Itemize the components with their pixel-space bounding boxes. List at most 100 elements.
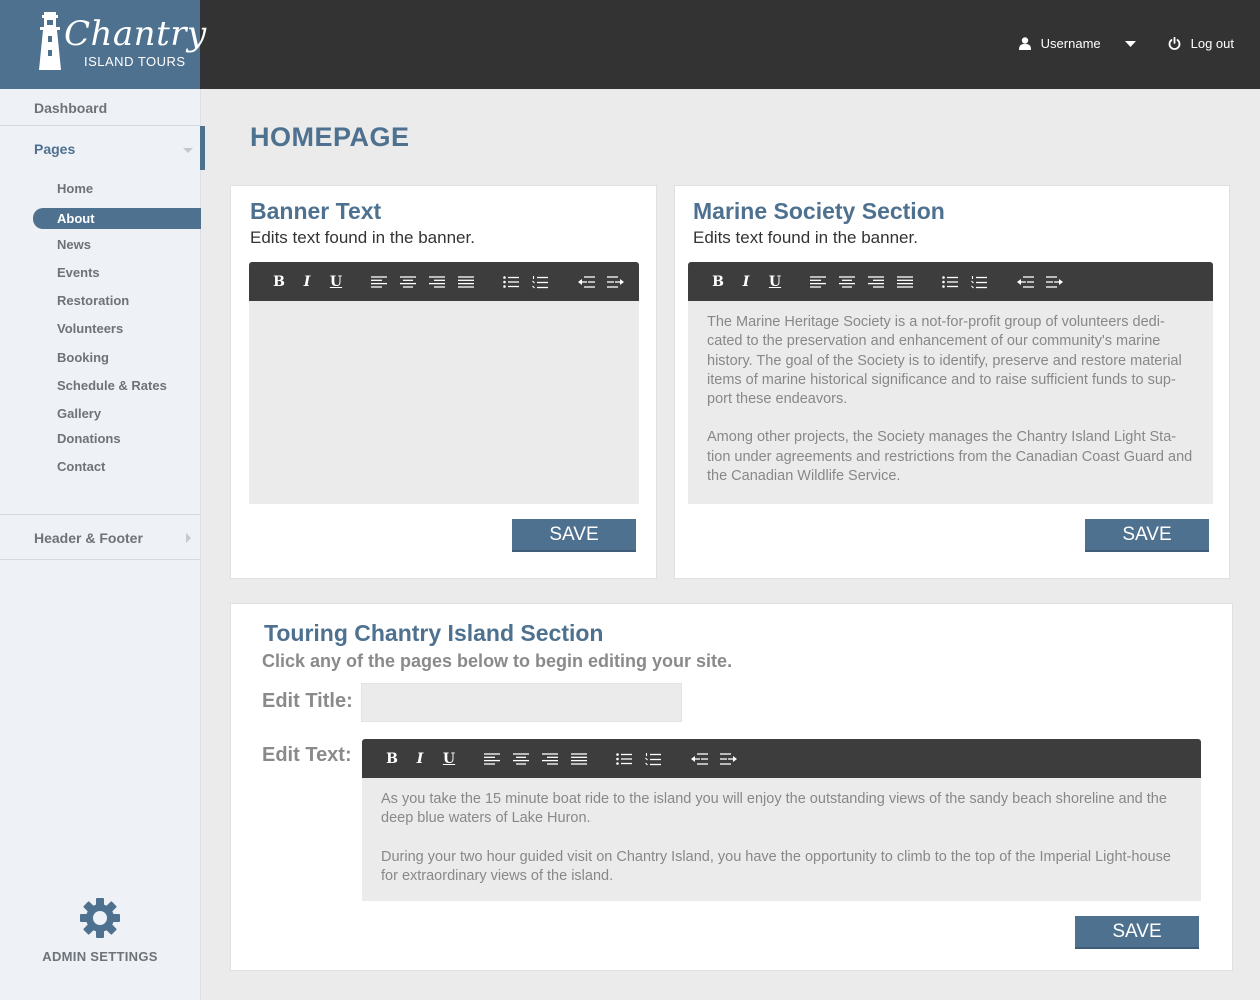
sidebar-subitem-label: About — [57, 211, 95, 226]
editor-paragraph: The Marine Heritage Society is a not-for… — [707, 314, 1182, 408]
align-center-button[interactable] — [837, 273, 857, 291]
sidebar-subitem-home[interactable]: Home — [57, 181, 93, 196]
lighthouse-icon — [39, 12, 61, 70]
editor-paragraph: During your two hour guided visit on Cha… — [381, 848, 1171, 884]
banner-save-button[interactable]: SAVE — [512, 519, 636, 552]
edit-title-label: Edit Title: — [262, 690, 353, 712]
numbered-list-button[interactable] — [969, 273, 989, 291]
logout-label: Log out — [1190, 36, 1234, 51]
editor-toolbar: B I U — [688, 262, 1213, 301]
page-title: HOMEPAGE — [250, 122, 410, 152]
banner-text-editor[interactable] — [249, 301, 639, 504]
edit-title-input[interactable] — [361, 683, 682, 722]
top-bar: Chantry ISLAND TOURS Username Log out — [0, 0, 1260, 89]
align-left-button[interactable] — [808, 273, 828, 291]
sidebar-subitem-donations[interactable]: Donations — [57, 431, 121, 446]
bullet-list-button[interactable] — [501, 273, 521, 291]
sidebar-item-header-footer[interactable]: Header & Footer — [0, 514, 200, 560]
bold-button[interactable]: B — [269, 273, 289, 291]
touring-save-button[interactable]: SAVE — [1075, 916, 1199, 949]
touring-text-editor[interactable]: As you take the 15 minute boat ride to t… — [362, 778, 1201, 901]
align-justify-icon — [458, 276, 474, 288]
align-right-button[interactable] — [427, 273, 447, 291]
align-justify-icon — [571, 753, 587, 765]
editor-toolbar: B I U — [362, 739, 1201, 778]
sidebar-item-dashboard[interactable]: Dashboard — [0, 89, 200, 126]
align-justify-button[interactable] — [456, 273, 476, 291]
align-center-button[interactable] — [398, 273, 418, 291]
marine-society-card: Marine Society Section Edits text found … — [674, 185, 1230, 579]
sidebar-subitem-events[interactable]: Events — [57, 265, 100, 280]
touring-card-subtitle: Click any of the pages below to begin ed… — [262, 651, 733, 671]
indent-button[interactable] — [1044, 273, 1064, 291]
logo-script: Chantry — [64, 14, 207, 54]
underline-button[interactable]: U — [326, 273, 346, 291]
numbered-list-button[interactable] — [643, 750, 663, 768]
user-icon — [1018, 37, 1031, 50]
sidebar-item-pages[interactable]: Pages — [0, 126, 205, 170]
user-dropdown-toggle[interactable] — [1124, 40, 1136, 47]
align-right-button[interactable] — [540, 750, 560, 768]
sidebar-subitem-volunteers[interactable]: Volunteers — [57, 321, 123, 336]
align-right-icon — [429, 276, 445, 288]
user-menu[interactable]: Username — [1018, 36, 1101, 51]
marine-save-button[interactable]: SAVE — [1085, 519, 1209, 552]
numbered-list-button[interactable] — [530, 273, 550, 291]
outdent-button[interactable] — [576, 273, 596, 291]
align-center-icon — [513, 753, 529, 765]
outdent-button[interactable] — [1015, 273, 1035, 291]
align-center-button[interactable] — [511, 750, 531, 768]
banner-card-title: Banner Text — [250, 198, 382, 224]
italic-button[interactable]: I — [297, 273, 317, 291]
active-indicator — [200, 126, 205, 170]
edit-text-label: Edit Text: — [262, 744, 352, 766]
numbered-list-icon — [971, 275, 987, 288]
outdent-button[interactable] — [689, 750, 709, 768]
align-center-icon — [400, 276, 416, 288]
power-icon — [1168, 37, 1180, 50]
sidebar-subitem-schedule-rates[interactable]: Schedule & Rates — [57, 378, 167, 393]
underline-button[interactable]: U — [439, 750, 459, 768]
underline-button[interactable]: U — [765, 273, 785, 291]
sidebar-subitem-gallery[interactable]: Gallery — [57, 406, 101, 421]
gear-icon — [80, 898, 120, 938]
sidebar-subitem-about[interactable]: About — [33, 208, 201, 229]
indent-icon — [1045, 276, 1063, 288]
caret-down-icon — [1124, 40, 1136, 47]
bullet-list-button[interactable] — [614, 750, 634, 768]
touring-card-title: Touring Chantry Island Section — [264, 620, 604, 646]
align-right-button[interactable] — [866, 273, 886, 291]
sidebar-item-label: Header & Footer — [34, 530, 143, 546]
sidebar-subitem-news[interactable]: News — [57, 237, 91, 252]
logo[interactable]: Chantry ISLAND TOURS — [0, 0, 206, 89]
bullet-list-button[interactable] — [940, 273, 960, 291]
editor-paragraph: As you take the 15 minute boat ride to t… — [381, 791, 1167, 827]
bold-button[interactable]: B — [382, 750, 402, 768]
numbered-list-icon — [645, 752, 661, 765]
sidebar-subitem-contact[interactable]: Contact — [57, 459, 105, 474]
indent-button[interactable] — [718, 750, 738, 768]
align-left-button[interactable] — [482, 750, 502, 768]
marine-text-editor[interactable]: The Marine Heritage Society is a not-for… — [688, 301, 1213, 504]
align-left-button[interactable] — [369, 273, 389, 291]
bullet-list-icon — [503, 276, 519, 288]
indent-icon — [719, 753, 737, 765]
italic-button[interactable]: I — [410, 750, 430, 768]
logout-button[interactable]: Log out — [1168, 36, 1234, 51]
italic-button[interactable]: I — [736, 273, 756, 291]
admin-settings-button[interactable]: ADMIN SETTINGS — [0, 897, 200, 964]
banner-card-subtitle: Edits text found in the banner. — [250, 228, 475, 247]
indent-button[interactable] — [605, 273, 625, 291]
caret-down-icon — [183, 148, 193, 153]
touring-card: Touring Chantry Island Section Click any… — [230, 603, 1233, 971]
align-center-icon — [839, 276, 855, 288]
outdent-icon — [690, 753, 708, 765]
bold-button[interactable]: B — [708, 273, 728, 291]
sidebar-subitem-restoration[interactable]: Restoration — [57, 293, 129, 308]
align-justify-button[interactable] — [569, 750, 589, 768]
user-area: Username Log out — [1018, 36, 1234, 51]
bullet-list-icon — [616, 753, 632, 765]
align-justify-button[interactable] — [895, 273, 915, 291]
sidebar-item-label: Pages — [34, 141, 76, 157]
sidebar-subitem-booking[interactable]: Booking — [57, 350, 109, 365]
